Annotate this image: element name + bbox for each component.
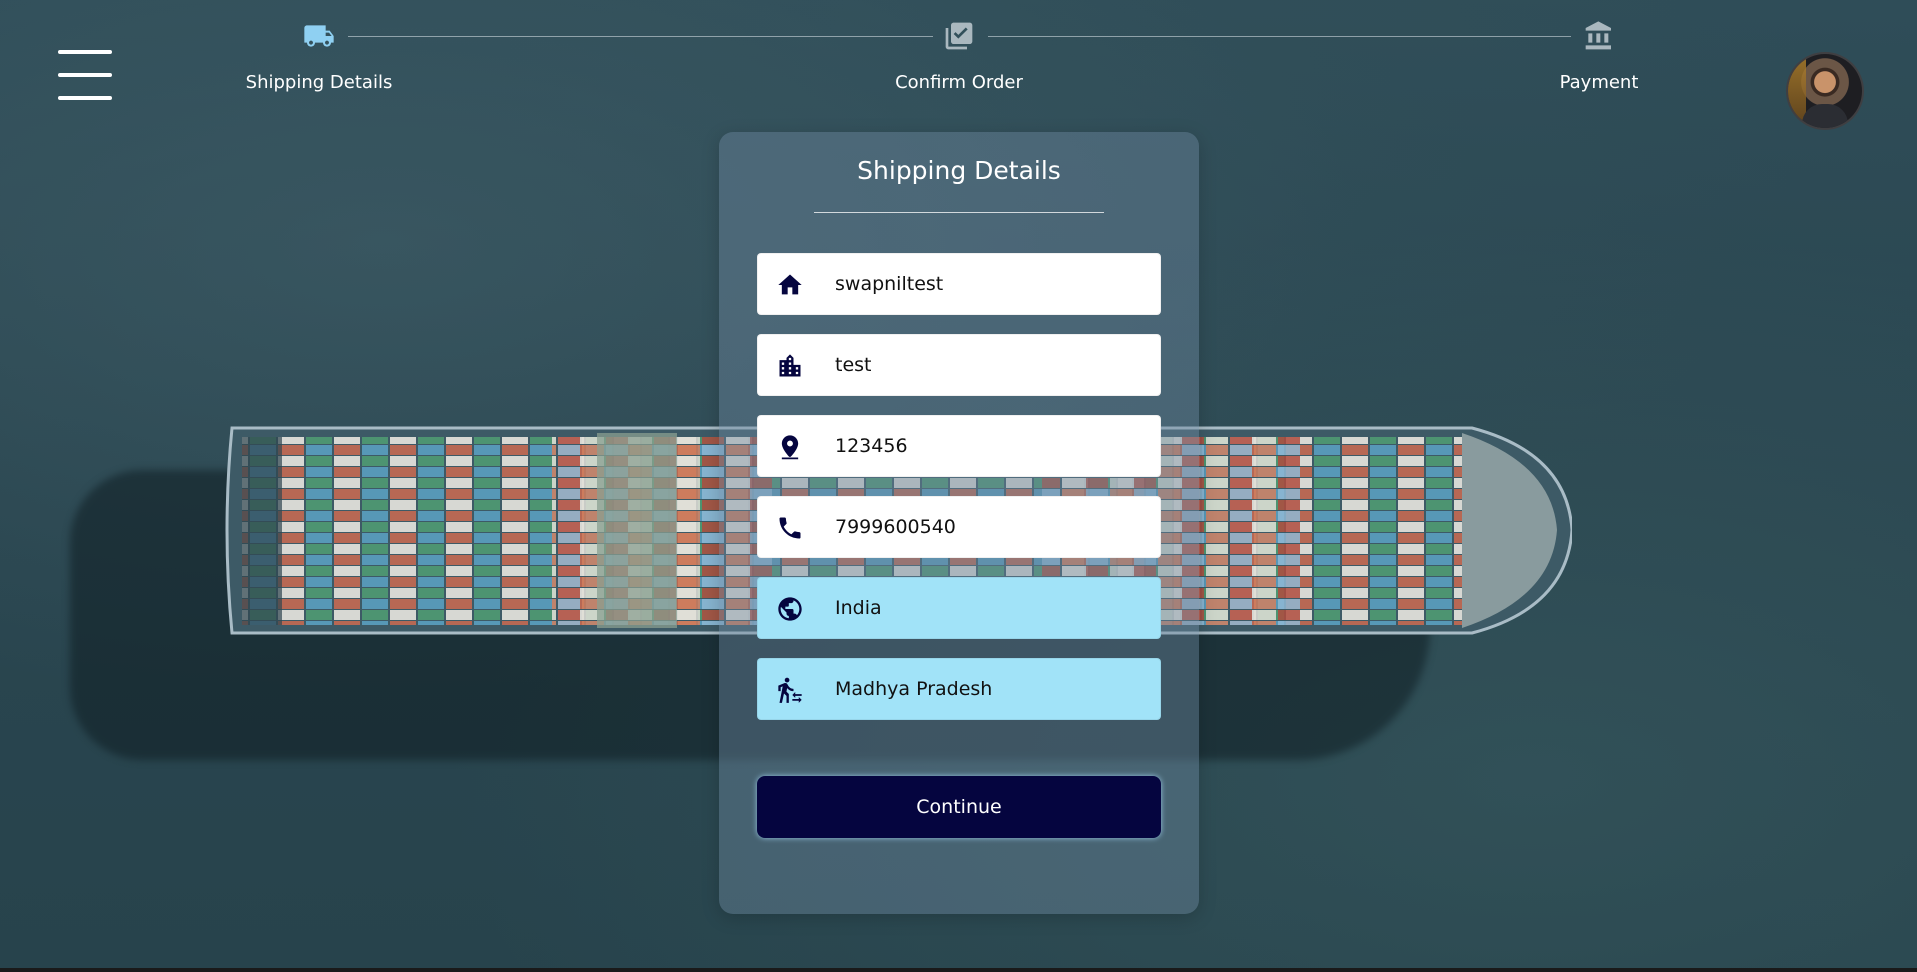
stepper-connector [348, 36, 933, 37]
shipping-form-card: Shipping Details swapniltest test 123456… [719, 132, 1199, 914]
home-icon [778, 274, 802, 295]
menu-bar [58, 96, 112, 100]
truck-icon [304, 25, 334, 47]
step-shipping-details: Shipping Details [219, 20, 419, 93]
transfer-within-station-icon [778, 677, 802, 703]
checklist-icon [945, 22, 973, 50]
country-value: India [835, 597, 882, 619]
hamburger-menu-icon[interactable] [58, 50, 112, 100]
pincode-value: 123456 [835, 435, 908, 457]
continue-button[interactable]: Continue [757, 776, 1161, 838]
step-payment: Payment [1499, 20, 1699, 93]
step-label: Confirm Order [895, 72, 1023, 93]
title-underline [814, 212, 1104, 213]
user-avatar[interactable] [1786, 52, 1864, 130]
stepper-connector [988, 36, 1571, 37]
phone-icon [779, 517, 801, 539]
form-title: Shipping Details [857, 156, 1061, 185]
menu-bar [58, 73, 112, 77]
state-value: Madhya Pradesh [835, 678, 993, 700]
state-select[interactable]: Madhya Pradesh [757, 658, 1161, 720]
bank-icon [1585, 21, 1611, 50]
menu-bar [58, 50, 112, 54]
address-field[interactable]: swapniltest [757, 253, 1161, 315]
step-label: Payment [1559, 72, 1639, 93]
country-select[interactable]: India [757, 577, 1161, 639]
city-icon [779, 354, 801, 377]
city-value: test [835, 354, 872, 376]
phone-value: 7999600540 [835, 516, 956, 538]
bottom-edge [0, 968, 1917, 972]
step-label: Shipping Details [245, 72, 393, 93]
globe-icon [778, 597, 802, 621]
pincode-field[interactable]: 123456 [757, 415, 1161, 477]
location-pin-icon [781, 435, 799, 460]
avatar-shirt [1802, 104, 1848, 128]
address-value: swapniltest [835, 273, 944, 295]
step-confirm-order: Confirm Order [859, 20, 1059, 93]
city-field[interactable]: test [757, 334, 1161, 396]
phone-field[interactable]: 7999600540 [757, 496, 1161, 558]
